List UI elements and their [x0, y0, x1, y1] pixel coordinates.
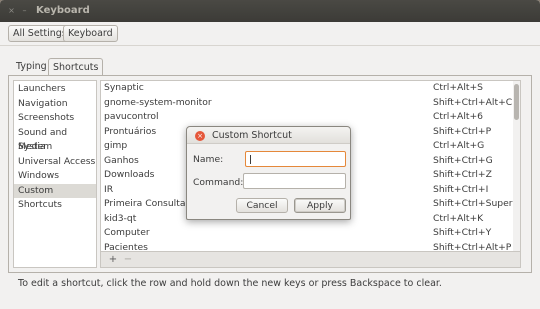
shortcut-name: gnome-system-monitor — [104, 96, 212, 108]
shortcut-accel: Shift+Ctrl+P — [433, 125, 492, 137]
shortcut-name: Synaptic — [104, 82, 144, 93]
category-universal-access[interactable]: Universal Access — [14, 155, 96, 170]
custom-shortcut-dialog: × Custom Shortcut Name: Command: Cancel … — [186, 126, 351, 220]
window-close-icon[interactable]: × — [6, 5, 17, 16]
settings-toolbar: All Settings Keyboard — [0, 22, 540, 46]
shortcut-accel: Shift+Ctrl+Z — [433, 169, 492, 180]
category-sound-and-media[interactable]: Sound and Media — [14, 126, 96, 153]
apply-button[interactable]: Apply — [294, 198, 346, 213]
shortcut-list-scrollbar[interactable] — [513, 81, 520, 251]
category-custom-shortcuts[interactable]: Custom Shortcuts — [14, 183, 96, 210]
shortcut-accel: Ctrl+Alt+K — [433, 212, 484, 224]
shortcut-name: Pacientes — [104, 241, 148, 252]
shortcut-accel: Shift+Ctrl+Super+P — [433, 198, 521, 209]
shortcut-accel: Shift+Ctrl+Alt+C — [433, 96, 513, 108]
shortcut-name: kid3-qt — [104, 212, 137, 224]
tab-shortcuts[interactable]: Shortcuts — [48, 58, 104, 76]
shortcut-row[interactable]: Computer Shift+Ctrl+Y — [101, 226, 511, 241]
shortcut-name: Primeira Consulta — [104, 198, 186, 209]
window-title: Keyboard — [36, 5, 90, 16]
keyboard-window: × – Keyboard All Settings Keyboard Typin… — [0, 0, 540, 309]
shortcut-row[interactable]: pavucontrol Ctrl+Alt+6 — [101, 110, 511, 125]
add-shortcut-button[interactable]: + — [106, 254, 120, 265]
name-label: Name: — [193, 154, 224, 165]
category-list: Launchers Navigation Screenshots Sound a… — [13, 80, 97, 268]
category-navigation[interactable]: Navigation — [14, 97, 96, 112]
shortcut-row[interactable]: Pacientes Shift+Ctrl+Alt+P — [101, 241, 512, 252]
keyboard-breadcrumb-button[interactable]: Keyboard — [63, 25, 118, 42]
dialog-close-icon[interactable]: × — [195, 131, 205, 141]
category-screenshots[interactable]: Screenshots — [14, 111, 96, 126]
category-launchers[interactable]: Launchers — [14, 82, 96, 97]
name-field[interactable] — [245, 151, 346, 167]
shortcut-name: Ganhos — [104, 154, 139, 166]
shortcut-name: gimp — [104, 140, 128, 151]
shortcut-accel: Shift+Ctrl+G — [433, 154, 493, 166]
shortcut-accel: Shift+Ctrl+I — [433, 183, 489, 195]
shortcut-row[interactable]: gnome-system-monitor Shift+Ctrl+Alt+C — [101, 96, 513, 111]
category-system[interactable]: System — [14, 140, 96, 155]
scrollbar-thumb[interactable] — [514, 84, 519, 120]
text-caret — [250, 155, 251, 164]
shortcut-row[interactable]: Synaptic Ctrl+Alt+S — [101, 81, 511, 96]
category-windows[interactable]: Windows — [14, 169, 96, 184]
command-field[interactable] — [243, 173, 346, 189]
shortcut-list-toolbar: + − — [100, 252, 521, 268]
window-minimize-icon[interactable]: – — [19, 5, 30, 16]
shortcut-hint-text: To edit a shortcut, click the row and ho… — [18, 278, 442, 289]
command-label: Command: — [193, 177, 244, 188]
titlebar: × – Keyboard — [0, 0, 540, 22]
shortcut-accel: Shift+Ctrl+Y — [433, 227, 492, 238]
tab-typing[interactable]: Typing — [12, 58, 51, 76]
shortcut-accel: Shift+Ctrl+Alt+P — [433, 241, 512, 252]
shortcut-name: pavucontrol — [104, 111, 159, 122]
shortcut-name: Computer — [104, 227, 150, 238]
shortcut-accel: Ctrl+Alt+G — [433, 140, 485, 151]
shortcut-accel: Ctrl+Alt+6 — [433, 111, 484, 122]
cancel-button[interactable]: Cancel — [236, 198, 288, 213]
shortcut-name: IR — [104, 183, 114, 195]
dialog-title: Custom Shortcut — [212, 130, 292, 141]
dialog-titlebar: × Custom Shortcut — [187, 127, 350, 144]
remove-shortcut-button[interactable]: − — [121, 254, 135, 265]
shortcut-name: Downloads — [104, 169, 155, 180]
shortcut-name: Prontuários — [104, 125, 157, 137]
shortcut-accel: Ctrl+Alt+S — [433, 82, 484, 93]
